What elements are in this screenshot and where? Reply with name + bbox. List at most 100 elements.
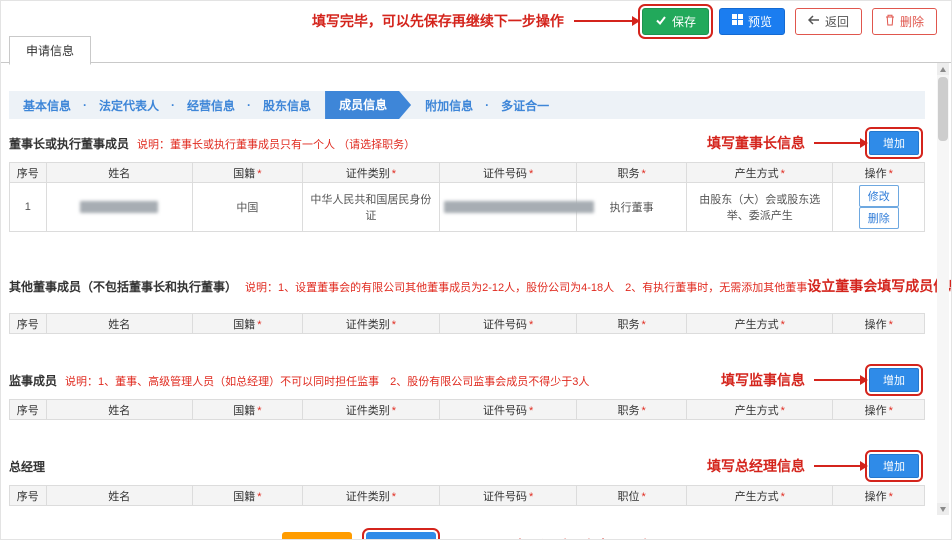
delete-button-label: 删除 [900, 13, 924, 30]
column-header-label: 证件类别 [346, 168, 390, 180]
column-header: 姓名 [46, 314, 192, 334]
content-area: 基本信息·法定代表人·经营信息·股东信息成员信息附加信息·多证合一 董事长或执行… [1, 91, 951, 540]
member-section-4: 总经理填写总经理信息增加序号姓名国籍*证件类别*证件号码*职位*产生方式*操作* [9, 454, 925, 506]
save-button-label: 保存 [672, 13, 696, 30]
column-header: 职务* [577, 400, 687, 420]
column-header: 证件号码* [440, 400, 577, 420]
redacted-id-number [444, 201, 594, 213]
column-header: 姓名 [46, 486, 192, 506]
column-header-label: 职务 [618, 168, 640, 180]
column-header-label: 证件号码 [483, 319, 527, 331]
column-header: 职位* [577, 486, 687, 506]
section-header-right: 填写董事长信息增加 [707, 131, 925, 155]
table-header-row: 序号姓名国籍*证件类别*证件号码*职务*产生方式*操作* [10, 163, 925, 183]
scroll-up-arrow-icon[interactable] [937, 63, 949, 75]
required-star: * [529, 319, 533, 331]
column-header: 操作* [833, 486, 925, 506]
back-button[interactable]: 返回 [795, 8, 862, 35]
add-member-button[interactable]: 增加 [869, 131, 919, 155]
column-header-label: 国籍 [233, 168, 255, 180]
column-header-label: 序号 [17, 319, 39, 331]
required-star: * [529, 168, 533, 180]
section-header-left: 其他董事成员（不包括董事长和执行董事）说明：1、设置董事会的有限公司其他董事成员… [9, 278, 807, 295]
step-separator: · [171, 98, 175, 112]
column-header: 产生方式* [687, 400, 833, 420]
section-header-right: 填写监事信息增加 [721, 368, 925, 392]
footer-nav: 上一步 下一步 正确无误后，点击下一步 [9, 532, 925, 540]
members-table-4: 序号姓名国籍*证件类别*证件号码*职位*产生方式*操作* [9, 485, 925, 506]
column-header-label: 职位 [618, 491, 640, 503]
cell-text: 执行董事 [610, 202, 654, 214]
steps-nav: 基本信息·法定代表人·经营信息·股东信息成员信息附加信息·多证合一 [9, 91, 925, 119]
table-cell: 中国 [192, 183, 302, 232]
preview-button[interactable]: 预览 [719, 8, 785, 35]
delete-row-button[interactable]: 删除 [859, 207, 899, 229]
required-star: * [392, 168, 396, 180]
step-5[interactable]: 成员信息 [325, 91, 411, 119]
column-header: 操作* [833, 400, 925, 420]
next-step-button[interactable]: 下一步 [366, 532, 436, 540]
column-header: 国籍* [192, 400, 302, 420]
required-star: * [642, 405, 646, 417]
save-annotation-text: 填写完毕，可以先保存再继续下一步操作 [312, 11, 564, 31]
required-star: * [642, 168, 646, 180]
column-header-label: 姓名 [108, 491, 130, 503]
tab-application-info[interactable]: 申请信息 [9, 36, 91, 65]
section-header-right: 设立董事会填写成员信息增加 [807, 266, 952, 306]
delete-button[interactable]: 删除 [872, 8, 937, 35]
required-star: * [642, 491, 646, 503]
vertical-scrollbar[interactable] [937, 63, 949, 515]
section-header: 董事长或执行董事成员说明：董事长或执行董事成员只有一个人 （请选择职务） 填写董事… [9, 131, 925, 155]
column-header: 产生方式* [687, 314, 833, 334]
column-header: 序号 [10, 314, 47, 334]
required-star: * [257, 168, 261, 180]
scroll-down-arrow-icon[interactable] [937, 503, 949, 515]
edit-row-button[interactable]: 修改 [859, 185, 899, 207]
column-header-label: 操作 [865, 168, 887, 180]
application-window: 填写完毕，可以先保存再继续下一步操作 保存 预览 返回 删除 申请信息 基本信息… [0, 0, 952, 540]
members-table-1: 序号姓名国籍*证件类别*证件号码*职务*产生方式*操作*1中国中华人民共和国居民… [9, 162, 925, 232]
step-7[interactable]: 多证合一 [501, 97, 549, 114]
column-header: 序号 [10, 163, 47, 183]
column-header-label: 产生方式 [735, 319, 779, 331]
save-button[interactable]: 保存 [642, 8, 709, 35]
column-header: 序号 [10, 400, 47, 420]
section-note: 说明：1、设置董事会的有限公司其他董事成员为2-12人，股份公司为4-18人 2… [245, 279, 807, 295]
column-header-label: 证件号码 [483, 168, 527, 180]
column-header-label: 操作 [865, 405, 887, 417]
column-header: 证件类别* [302, 314, 439, 334]
cell-text: 由股东（大）会或股东选举、委派产生 [699, 194, 820, 222]
tab-strip: 申请信息 [1, 35, 951, 63]
required-star: * [889, 405, 893, 417]
required-star: * [392, 491, 396, 503]
previous-step-button[interactable]: 上一步 [282, 532, 352, 540]
column-header: 产生方式* [687, 486, 833, 506]
add-member-button[interactable]: 增加 [869, 454, 919, 478]
add-member-button[interactable]: 增加 [869, 368, 919, 392]
required-star: * [781, 319, 785, 331]
step-1[interactable]: 基本信息 [23, 97, 71, 114]
step-6[interactable]: 附加信息 [425, 97, 473, 114]
required-star: * [889, 168, 893, 180]
section-header: 其他董事成员（不包括董事长和执行董事）说明：1、设置董事会的有限公司其他董事成员… [9, 266, 925, 306]
save-annotation-arrow [574, 20, 632, 22]
column-header-label: 产生方式 [735, 491, 779, 503]
column-header: 证件类别* [302, 400, 439, 420]
table-cell: 修改删除 [833, 183, 925, 232]
section-header-left: 董事长或执行董事成员说明：董事长或执行董事成员只有一个人 （请选择职务） [9, 135, 415, 152]
step-4[interactable]: 股东信息 [263, 97, 311, 114]
toolbar: 填写完毕，可以先保存再继续下一步操作 保存 预览 返回 删除 [1, 1, 951, 35]
next-annotation-text: 正确无误后，点击下一步 [498, 536, 652, 540]
column-header-label: 国籍 [233, 491, 255, 503]
table-cell [440, 183, 577, 232]
step-2[interactable]: 法定代表人 [99, 97, 159, 114]
column-header-label: 序号 [17, 491, 39, 503]
table-row: 1中国中华人民共和国居民身份证执行董事由股东（大）会或股东选举、委派产生修改删除 [10, 183, 925, 232]
column-header-label: 证件号码 [483, 491, 527, 503]
step-3[interactable]: 经营信息 [187, 97, 235, 114]
table-header-row: 序号姓名国籍*证件类别*证件号码*职位*产生方式*操作* [10, 486, 925, 506]
section-annotation-text: 设立董事会填写成员信息 [807, 276, 952, 296]
column-header: 证件类别* [302, 163, 439, 183]
column-header: 姓名 [46, 163, 192, 183]
scrollbar-thumb[interactable] [938, 77, 948, 141]
